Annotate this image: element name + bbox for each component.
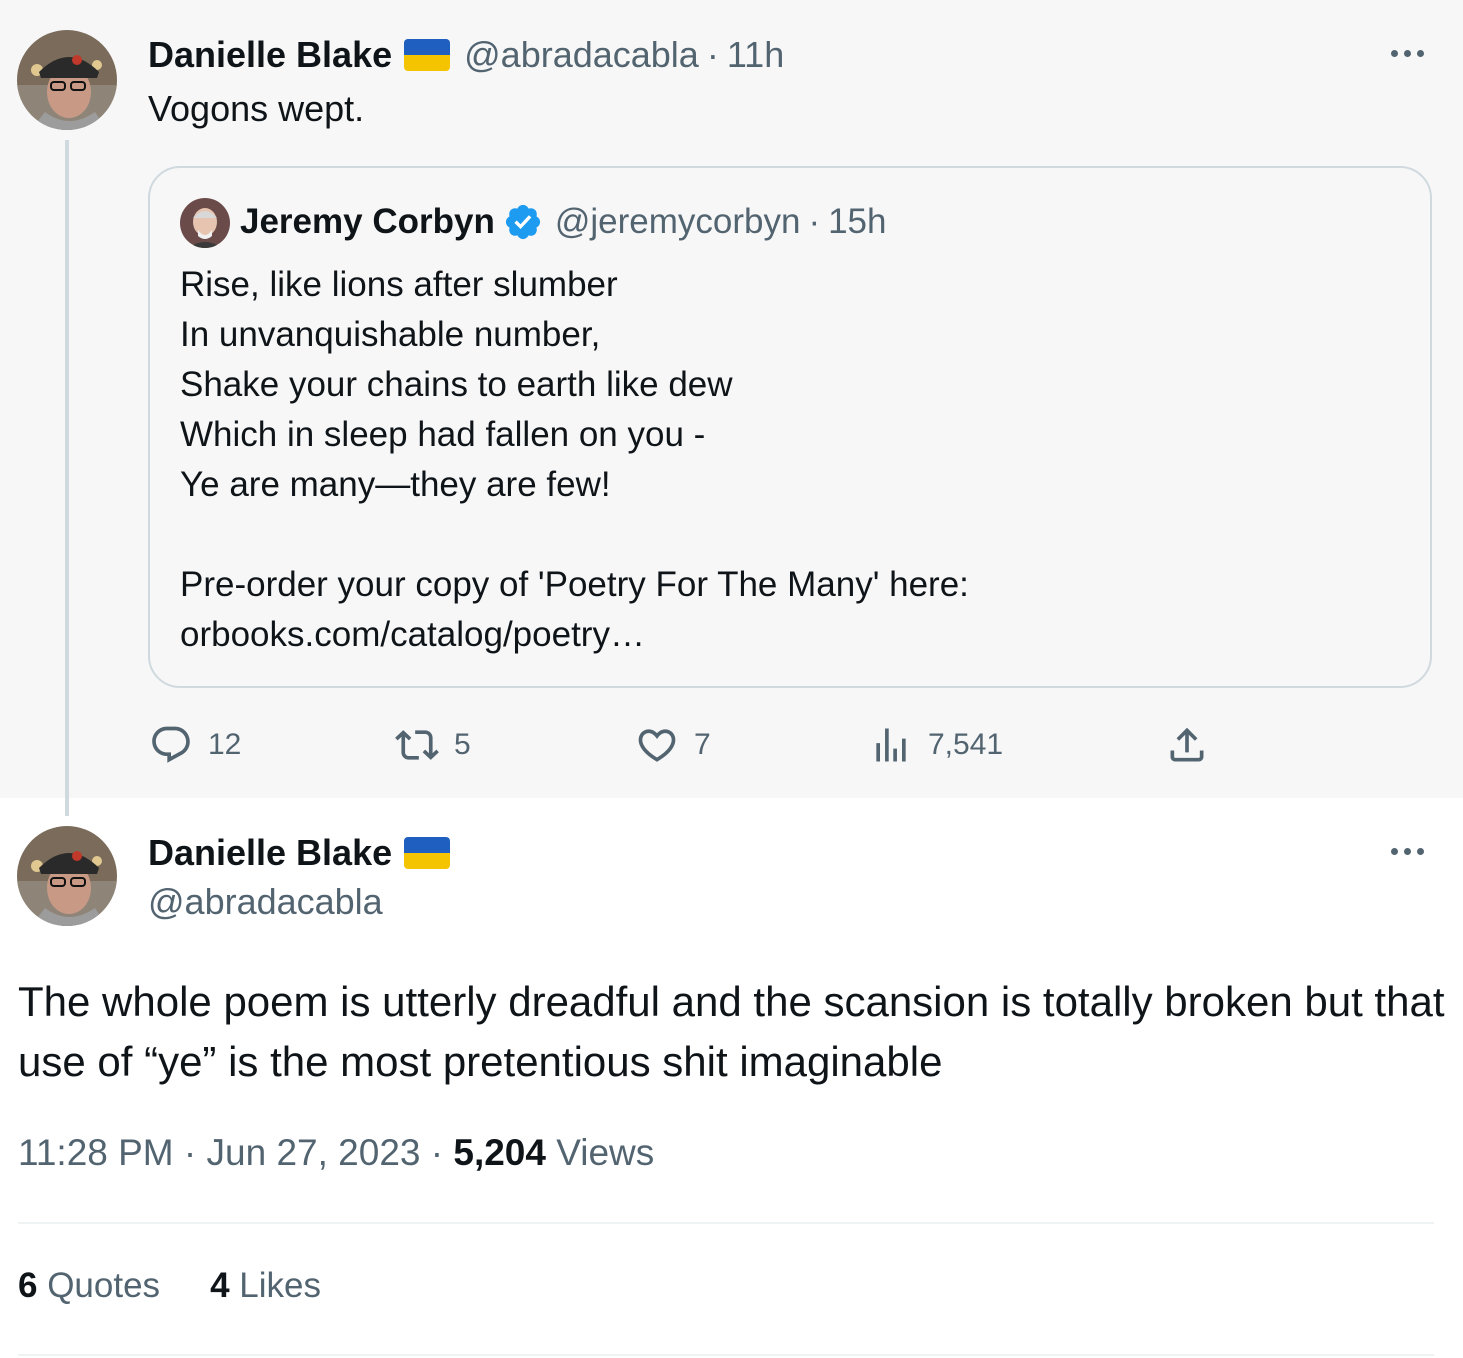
separator: · bbox=[706, 34, 719, 75]
parent-header: Danielle Blake @abradacabla · 11h bbox=[148, 34, 784, 76]
tweet-time[interactable]: 11h bbox=[727, 34, 784, 76]
quoted-line bbox=[180, 510, 969, 560]
divider bbox=[18, 1354, 1434, 1356]
author-avatar[interactable] bbox=[17, 30, 117, 130]
quoted-line: Ye are many—they are few! bbox=[180, 465, 611, 504]
reply-count: 12 bbox=[208, 728, 242, 761]
quoted-line: In unvanquishable number, bbox=[180, 315, 601, 354]
ukraine-flag-icon bbox=[404, 837, 451, 869]
engagement-stats: 6 Quotes 4 Likes bbox=[18, 1266, 321, 1306]
separator: · bbox=[183, 1132, 197, 1173]
likes-link[interactable]: 4 Likes bbox=[210, 1266, 321, 1306]
quotes-count: 6 bbox=[18, 1266, 38, 1305]
separator: · bbox=[430, 1132, 444, 1173]
main-header: Danielle Blake bbox=[148, 832, 451, 874]
more-icon[interactable] bbox=[1391, 848, 1424, 855]
likes-count: 4 bbox=[210, 1266, 230, 1305]
share-icon bbox=[1164, 722, 1210, 768]
quotes-link[interactable]: 6 Quotes bbox=[18, 1266, 160, 1306]
author-handle[interactable]: @abradacabla bbox=[464, 34, 699, 76]
verified-badge-icon bbox=[505, 204, 540, 240]
quoted-tweet-time[interactable]: 15h bbox=[828, 202, 886, 242]
quoted-line: Pre-order your copy of 'Poetry For The M… bbox=[180, 565, 969, 604]
likes-label: Likes bbox=[239, 1266, 321, 1305]
retweet-icon bbox=[394, 722, 440, 768]
tweet-actions: 12 5 7 7,541 bbox=[148, 722, 1228, 768]
author-name[interactable]: Danielle Blake bbox=[148, 832, 392, 874]
quoted-line: Which in sleep had fallen on you - bbox=[180, 415, 706, 454]
quoted-tweet-text: Rise, like lions after slumber In unvanq… bbox=[180, 260, 969, 660]
like-button[interactable]: 7 bbox=[634, 722, 711, 768]
tweet-time[interactable]: 11:28 PM bbox=[18, 1132, 174, 1173]
divider bbox=[18, 1222, 1434, 1224]
quoted-line: Shake your chains to earth like dew bbox=[180, 365, 733, 404]
views-count: 5,204 bbox=[453, 1132, 546, 1173]
views-count: 7,541 bbox=[928, 728, 1004, 761]
quotes-label: Quotes bbox=[47, 1266, 161, 1305]
retweet-button[interactable]: 5 bbox=[394, 722, 471, 768]
quoted-avatar-image bbox=[180, 198, 230, 248]
tweet-date[interactable]: Jun 27, 2023 bbox=[207, 1132, 421, 1173]
like-count: 7 bbox=[694, 728, 711, 761]
main-tweet-text: The whole poem is utterly dreadful and t… bbox=[18, 978, 1445, 1085]
quoted-line: Rise, like lions after slumber bbox=[180, 265, 618, 304]
like-icon bbox=[634, 722, 680, 768]
parent-tweet[interactable]: Danielle Blake @abradacabla · 11h Vogons… bbox=[0, 0, 1463, 798]
author-avatar[interactable] bbox=[17, 826, 117, 926]
share-button[interactable] bbox=[1164, 722, 1210, 768]
views-label: Views bbox=[556, 1132, 655, 1173]
avatar-image bbox=[17, 826, 117, 926]
thread-connector bbox=[65, 140, 69, 816]
quoted-author-name[interactable]: Jeremy Corbyn bbox=[240, 202, 495, 242]
tweet-meta: 11:28 PM · Jun 27, 2023 · 5,204 Views bbox=[18, 1132, 654, 1174]
views-button[interactable]: 7,541 bbox=[868, 722, 1003, 768]
more-icon[interactable] bbox=[1391, 50, 1424, 57]
reply-icon bbox=[148, 722, 194, 768]
reply-button[interactable]: 12 bbox=[148, 722, 241, 768]
quoted-author-avatar[interactable] bbox=[180, 198, 230, 248]
tweet-text: Vogons wept. bbox=[148, 88, 365, 129]
author-name[interactable]: Danielle Blake bbox=[148, 34, 392, 76]
author-handle[interactable]: @abradacabla bbox=[148, 881, 383, 923]
quoted-header: Jeremy Corbyn @jeremycorbyn · 15h bbox=[240, 202, 887, 242]
quoted-tweet[interactable]: Jeremy Corbyn @jeremycorbyn · 15h Rise, … bbox=[148, 166, 1432, 688]
separator: · bbox=[808, 202, 821, 241]
quoted-link[interactable]: orbooks.com/catalog/poetry… bbox=[180, 610, 969, 660]
ukraine-flag-icon bbox=[404, 39, 451, 71]
retweet-count: 5 bbox=[454, 728, 471, 761]
views-icon bbox=[868, 722, 914, 768]
quoted-author-handle[interactable]: @jeremycorbyn bbox=[555, 202, 801, 242]
avatar-image bbox=[17, 30, 117, 130]
